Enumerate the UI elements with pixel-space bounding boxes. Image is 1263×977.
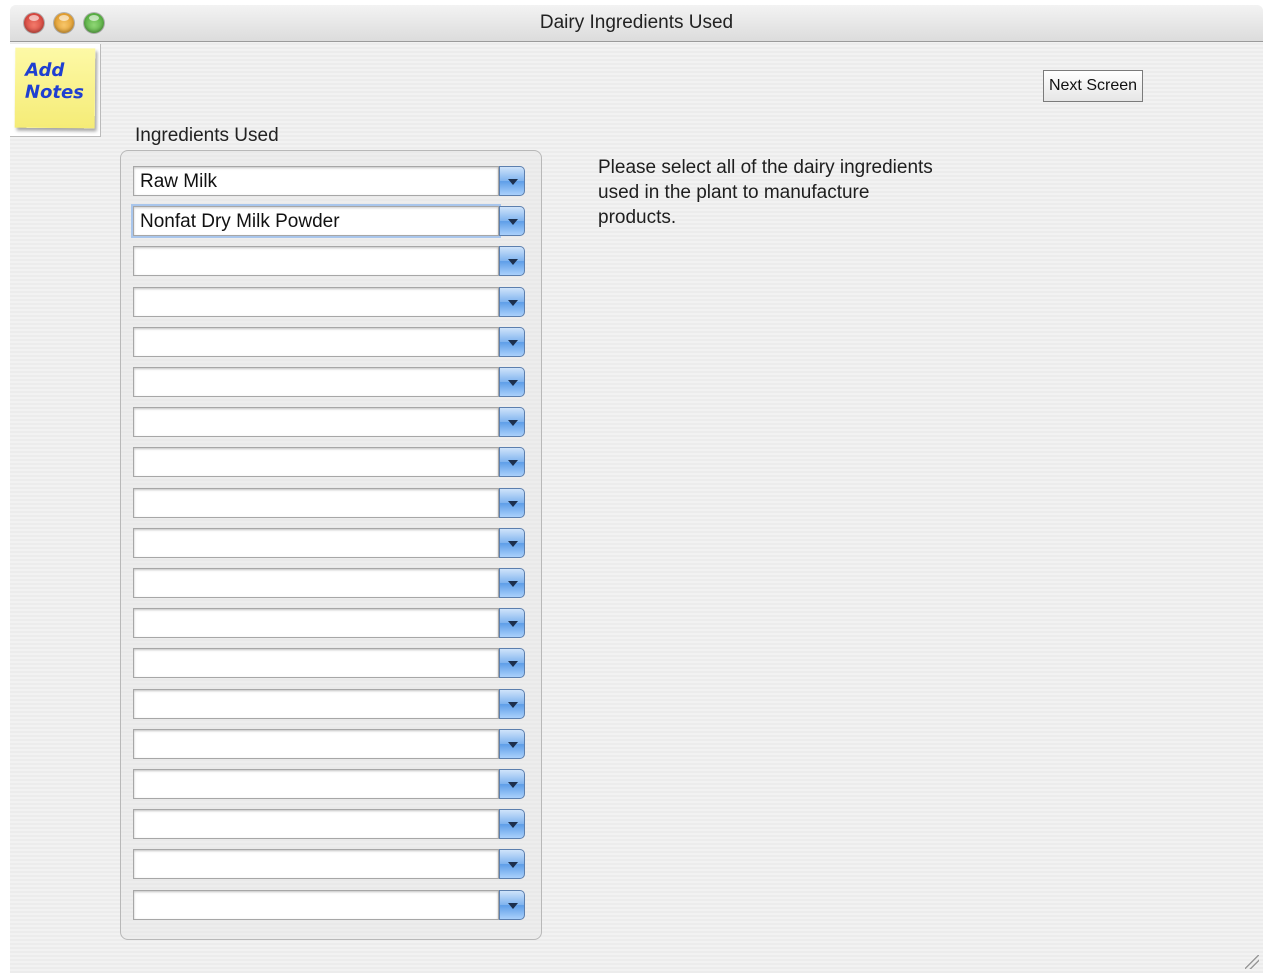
ingredient-combo-9[interactable] [133,488,526,520]
chevron-down-icon [508,460,518,466]
ingredient-combo-7[interactable] [133,407,526,439]
chevron-down-icon [508,501,518,507]
chevron-down-icon [508,259,518,265]
ingredient-combo-6[interactable] [133,367,526,399]
ingredient-combo-10[interactable] [133,528,526,560]
chevron-down-icon [508,380,518,386]
window-content: Add Notes Next Screen Ingredients Used R… [10,42,1263,973]
ingredient-field[interactable] [133,648,499,678]
ingredient-combo-14[interactable] [133,689,526,721]
dropdown-arrow-button[interactable] [499,568,525,598]
dropdown-arrow-button[interactable] [499,447,525,477]
ingredient-field[interactable] [133,729,499,759]
ingredient-combo-11[interactable] [133,568,526,600]
resize-grip-icon[interactable] [1245,955,1259,969]
ingredient-combo-8[interactable] [133,447,526,479]
add-notes-label: Add Notes [24,59,85,104]
dropdown-arrow-button[interactable] [499,849,525,879]
ingredient-field[interactable] [133,890,499,920]
chevron-down-icon [508,903,518,909]
chevron-down-icon [508,862,518,868]
ingredient-combo-5[interactable] [133,327,526,359]
ingredient-field[interactable] [133,809,499,839]
ingredient-field[interactable] [133,849,499,879]
ingredient-field[interactable] [133,246,499,276]
ingredient-field[interactable]: Raw Milk [133,166,499,196]
app-window: Dairy Ingredients Used Add Notes Next Sc… [10,5,1263,973]
chevron-down-icon [508,300,518,306]
next-screen-button[interactable]: Next Screen [1043,70,1143,102]
ingredient-field[interactable] [133,608,499,638]
chevron-down-icon [508,621,518,627]
dropdown-arrow-button[interactable] [499,246,525,276]
ingredient-combo-1[interactable]: Raw Milk [133,166,526,198]
dropdown-arrow-button[interactable] [499,809,525,839]
ingredient-field[interactable] [133,488,499,518]
ingredient-field[interactable] [133,327,499,357]
dropdown-arrow-button[interactable] [499,528,525,558]
ingredient-combo-3[interactable] [133,246,526,278]
chevron-down-icon [508,541,518,547]
window-title: Dairy Ingredients Used [539,12,734,33]
dropdown-arrow-button[interactable] [499,608,525,638]
ingredient-combo-2[interactable]: Nonfat Dry Milk Powder [133,206,526,238]
ingredient-field[interactable] [133,447,499,477]
chevron-down-icon [508,340,518,346]
ingredient-combo-17[interactable] [133,809,526,841]
chevron-down-icon [508,581,518,587]
ingredient-field[interactable] [133,689,499,719]
dropdown-arrow-button[interactable] [499,287,525,317]
dropdown-arrow-button[interactable] [499,689,525,719]
ingredient-field[interactable] [133,287,499,317]
ingredient-combo-16[interactable] [133,769,526,801]
ingredient-combo-13[interactable] [133,648,526,680]
ingredient-field[interactable] [133,367,499,397]
ingredient-field[interactable] [133,407,499,437]
ingredient-field[interactable] [133,568,499,598]
dropdown-arrow-button[interactable] [499,327,525,357]
dropdown-arrow-button[interactable] [499,206,525,236]
instruction-text: Please select all of the dairy ingredien… [598,157,933,228]
dropdown-arrow-button[interactable] [499,890,525,920]
ingredient-combo-19[interactable] [133,890,526,922]
chevron-down-icon [508,702,518,708]
chevron-down-icon [508,661,518,667]
ingredient-combo-15[interactable] [133,729,526,761]
chevron-down-icon [508,219,518,225]
dropdown-arrow-button[interactable] [499,488,525,518]
dropdown-arrow-button[interactable] [499,769,525,799]
ingredient-combo-12[interactable] [133,608,526,640]
ingredient-field[interactable] [133,528,499,558]
ingredient-combo-18[interactable] [133,849,526,881]
dropdown-arrow-button[interactable] [499,367,525,397]
dropdown-arrow-button[interactable] [499,407,525,437]
chevron-down-icon [508,179,518,185]
ingredients-group-label: Ingredients Used [135,125,279,146]
chevron-down-icon [508,822,518,828]
dropdown-arrow-button[interactable] [499,648,525,678]
chevron-down-icon [508,420,518,426]
sticky-note-icon: Add Notes [14,47,96,129]
ingredient-field[interactable] [133,769,499,799]
dropdown-arrow-button[interactable] [499,166,525,196]
add-notes-button[interactable]: Add Notes [10,44,101,137]
chevron-down-icon [508,742,518,748]
chevron-down-icon [508,782,518,788]
ingredient-combo-4[interactable] [133,287,526,319]
ingredient-field[interactable]: Nonfat Dry Milk Powder [133,206,499,236]
dropdown-arrow-button[interactable] [499,729,525,759]
title-bar: Dairy Ingredients Used [10,5,1263,42]
